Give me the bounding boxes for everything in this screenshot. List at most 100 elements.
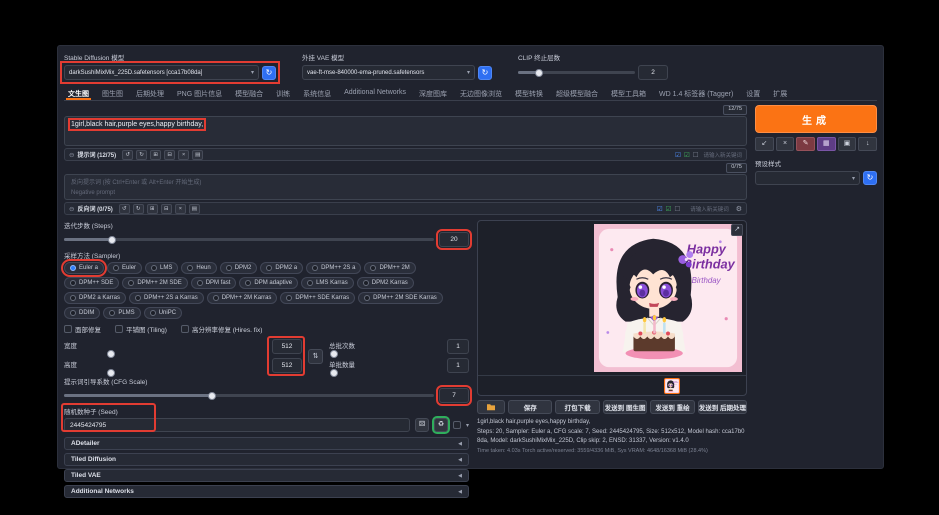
extra-toggle-icon[interactable]: ☐ <box>693 151 699 159</box>
add-keyword-icon[interactable]: ⊞ <box>146 203 158 214</box>
sampler-option[interactable]: PLMS <box>103 307 141 319</box>
action-button[interactable]: 保存 <box>508 400 553 414</box>
open-folder-button[interactable] <box>477 400 505 414</box>
keyword-list-icon[interactable]: ▤ <box>192 149 204 160</box>
redo-icon[interactable]: ↻ <box>136 149 148 160</box>
redo-icon[interactable]: ↻ <box>132 203 144 214</box>
refresh-models-icon[interactable]: ↻ <box>262 65 276 80</box>
swap-dimensions-icon[interactable]: ⇅ <box>308 348 323 364</box>
collapse-icon[interactable]: ⊖ <box>69 151 74 159</box>
translate-toggle-icon[interactable]: ☑ <box>675 151 681 159</box>
sampler-option[interactable]: DPM2 <box>219 262 258 274</box>
sampler-option[interactable]: UniPC <box>143 307 183 319</box>
extra-networks-icon[interactable]: ▦ <box>817 137 836 151</box>
clip-skip-slider[interactable] <box>518 68 635 77</box>
sampler-option[interactable]: DPM fast <box>190 277 237 289</box>
remove-keyword-icon[interactable]: ⊟ <box>160 203 172 214</box>
sampler-option[interactable]: DPM++ 2M SDE <box>122 277 188 289</box>
action-button[interactable]: 打包下载 <box>555 400 600 414</box>
action-button[interactable]: 发送到 图生图 <box>602 400 648 414</box>
tab[interactable]: 图生图 <box>100 87 125 100</box>
cfg-slider[interactable] <box>64 391 434 400</box>
height-value[interactable]: 512 <box>272 358 302 373</box>
feature-toggle[interactable]: 平铺图 (Tiling) <box>115 324 167 334</box>
steps-slider[interactable] <box>64 235 434 244</box>
autocomplete-toggle-icon[interactable]: ☑ <box>684 151 690 159</box>
tab[interactable]: 文生图 <box>66 87 91 100</box>
keyword-input-hint[interactable]: 请输入新关键词 <box>690 205 729 213</box>
thumbnail[interactable] <box>664 377 680 394</box>
sampler-option[interactable]: DPM++ SDE Karras <box>280 292 356 304</box>
tab[interactable]: 模型工具箱 <box>609 87 648 100</box>
sampler-option[interactable]: DPM++ 2M SDE Karras <box>358 292 443 304</box>
prompt-input[interactable]: 1girl,black hair,purple eyes,happy birth… <box>64 116 747 146</box>
tab[interactable]: 后期处理 <box>134 87 166 100</box>
gear-icon[interactable]: ⚙ <box>736 205 742 213</box>
negative-prompt-input[interactable]: 反向提示词 (按 Ctrl+Enter 或 Alt+Enter 开始生成) Ne… <box>64 174 747 200</box>
tab[interactable]: 无边图像浏览 <box>458 87 504 100</box>
sampler-option[interactable]: DPM++ 2S a <box>306 262 362 274</box>
accordion[interactable]: ADetailer ◀ <box>64 437 469 450</box>
sampler-option[interactable]: LMS <box>145 262 179 274</box>
vae-select[interactable]: vae-ft-mse-840000-ema-pruned.safetensors… <box>302 65 475 80</box>
width-value[interactable]: 512 <box>272 339 302 354</box>
fullscreen-icon[interactable]: ↗ <box>731 224 743 236</box>
sampler-option[interactable]: Euler <box>107 262 143 274</box>
refresh-vae-icon[interactable]: ↻ <box>478 65 492 80</box>
tab[interactable]: Additional Networks <box>342 87 408 100</box>
autocomplete-toggle-icon[interactable]: ☑ <box>666 205 672 213</box>
sampler-option[interactable]: LMS Karras <box>301 277 354 289</box>
accordion[interactable]: Tiled VAE ◀ <box>64 469 469 482</box>
save-style-icon[interactable]: ▣ <box>837 137 857 151</box>
random-seed-icon[interactable]: ⚄ <box>414 418 429 432</box>
feature-toggle[interactable]: 高分辨率修复 (Hires. fix) <box>180 324 262 334</box>
sampler-option[interactable]: DPM++ SDE <box>64 277 120 289</box>
sampler-option[interactable]: DPM++ 2M Karras <box>206 292 278 304</box>
tab[interactable]: PNG 图片信息 <box>175 87 224 100</box>
apply-styles-icon[interactable]: ✎ <box>796 137 816 151</box>
extra-seed-checkbox[interactable] <box>452 421 461 429</box>
refresh-styles-icon[interactable]: ↻ <box>863 171 877 185</box>
steps-value[interactable]: 20 <box>436 229 472 250</box>
sampler-option[interactable]: DPM2 Karras <box>356 277 414 289</box>
sampler-option[interactable]: Euler a <box>60 259 108 277</box>
tab[interactable]: 超级模型融合 <box>554 87 600 100</box>
clear-keywords-icon[interactable]: × <box>178 149 190 160</box>
extra-toggle-icon[interactable]: ☐ <box>674 205 680 213</box>
accordion[interactable]: Additional Networks ◀ <box>64 485 469 498</box>
add-keyword-icon[interactable]: ⊞ <box>150 149 162 160</box>
sampler-option[interactable]: DPM++ 2M <box>364 262 416 274</box>
batch-size-value[interactable]: 1 <box>447 358 469 373</box>
generate-button[interactable]: 生成 <box>755 105 877 133</box>
tab[interactable]: 模型转换 <box>513 87 545 100</box>
action-button[interactable]: 发送到 重绘 <box>650 400 695 414</box>
undo-icon[interactable]: ↺ <box>122 149 134 160</box>
sampler-option[interactable]: Heun <box>181 262 217 274</box>
tab[interactable]: 扩展 <box>771 87 789 100</box>
sampler-option[interactable]: DPM2 a Karras <box>64 292 127 304</box>
download-icon[interactable]: ↓ <box>858 137 878 151</box>
undo-icon[interactable]: ↺ <box>118 203 130 214</box>
tab[interactable]: 模型融合 <box>233 87 265 100</box>
remove-keyword-icon[interactable]: ⊟ <box>164 149 176 160</box>
reuse-seed-icon[interactable]: ♻ <box>431 416 450 434</box>
sampler-option[interactable]: DPM++ 2S a Karras <box>129 292 204 304</box>
tab[interactable]: 系统信息 <box>301 87 333 100</box>
tab[interactable]: WD 1.4 标签器 (Tagger) <box>657 87 735 100</box>
accordion[interactable]: Tiled Diffusion ◀ <box>64 453 469 466</box>
tab[interactable]: 训练 <box>274 87 292 100</box>
cfg-value[interactable]: 7 <box>436 385 472 406</box>
clear-keywords-icon[interactable]: × <box>174 203 186 214</box>
sampler-option[interactable]: DDIM <box>64 307 101 319</box>
translate-toggle-icon[interactable]: ☑ <box>657 205 663 213</box>
action-button[interactable]: 发送到 后期处理 <box>697 400 747 414</box>
collapse-icon[interactable]: ⊖ <box>69 205 74 213</box>
keyword-input[interactable]: 请输入新关键词 <box>703 151 742 159</box>
tab[interactable]: 深度图库 <box>417 87 449 100</box>
tab[interactable]: 设置 <box>744 87 762 100</box>
styles-select[interactable]: ▾ <box>755 171 860 185</box>
clear-prompt-icon[interactable]: × <box>775 137 795 151</box>
sampler-option[interactable]: DPM adaptive <box>239 277 299 289</box>
feature-toggle[interactable]: 面部修复 <box>64 324 101 334</box>
clip-skip-value[interactable]: 2 <box>638 65 668 80</box>
